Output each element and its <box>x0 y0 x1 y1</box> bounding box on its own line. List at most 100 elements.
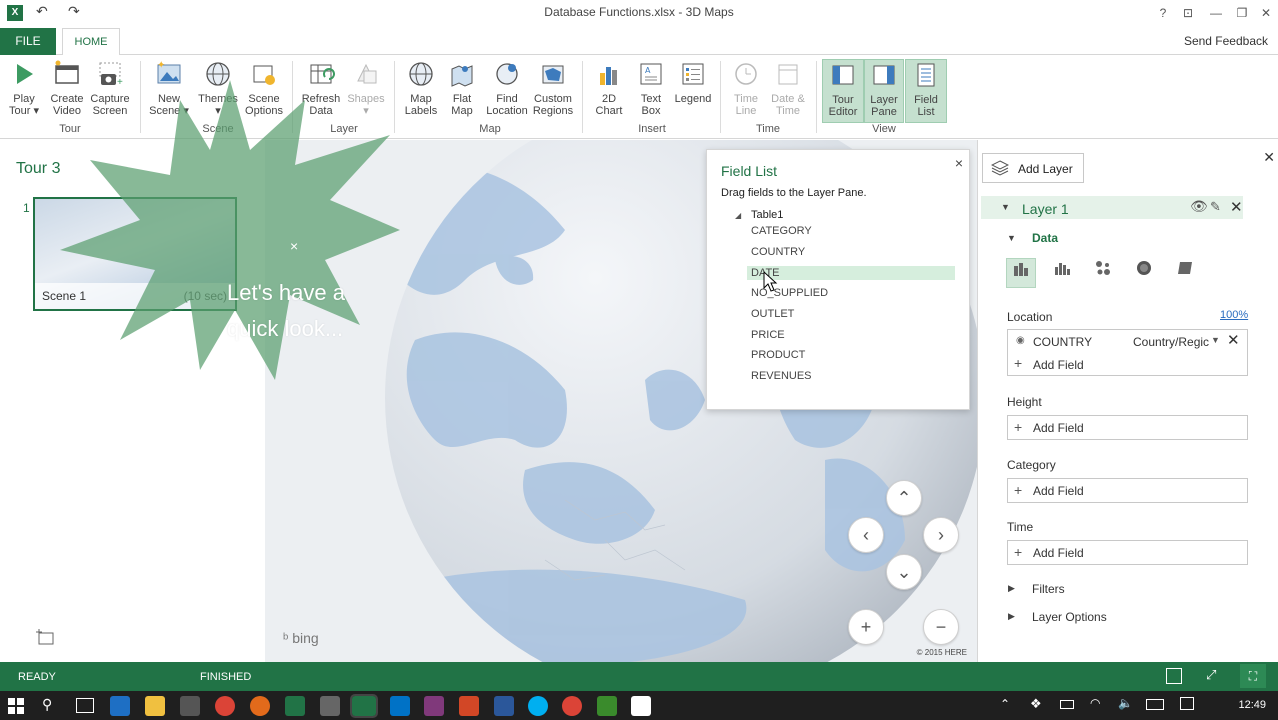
excel-active-icon[interactable] <box>350 694 378 718</box>
layer-header[interactable]: ▼ 👁 ✎ ✕ <box>981 196 1243 219</box>
outlook-icon[interactable] <box>390 696 410 716</box>
edge-icon[interactable] <box>110 696 130 716</box>
new-scene-button[interactable]: ✦ New Scene ▾ <box>148 59 190 123</box>
screenshot-icon[interactable] <box>1166 668 1182 684</box>
field-list-close-icon[interactable]: × <box>955 155 963 171</box>
search-icon[interactable]: ⚲ <box>42 696 52 713</box>
layer-name[interactable]: Layer 1 <box>1022 201 1069 217</box>
text-box-button[interactable]: A Text Box <box>632 59 670 123</box>
maximize-button[interactable]: ❐ <box>1232 4 1252 22</box>
minimize-button[interactable]: — <box>1206 4 1226 22</box>
field-item[interactable]: PRODUCT <box>751 345 805 365</box>
play-tour-button[interactable]: Play Tour ▾ <box>4 59 44 123</box>
restore-ribbon-icon[interactable]: ⊡ <box>1178 4 1198 22</box>
send-feedback-link[interactable]: Send Feedback <box>1184 34 1268 48</box>
calculator-icon[interactable] <box>320 696 340 716</box>
zoom-out-button[interactable]: − <box>923 609 959 645</box>
heat-map-viz-button[interactable] <box>1129 258 1159 288</box>
capture-screen-button[interactable]: + Capture Screen <box>88 59 132 123</box>
chevron-down-icon[interactable]: ▼ <box>1211 335 1220 345</box>
pane-close-icon[interactable]: ✕ <box>1263 149 1275 166</box>
tilt-down-button[interactable]: ⌄ <box>886 554 922 590</box>
add-layer-button[interactable]: Add Layer <box>982 153 1084 183</box>
chrome-icon-2[interactable] <box>562 696 582 716</box>
refresh-data-button[interactable]: Refresh Data <box>298 59 344 123</box>
close-button[interactable]: ✕ <box>1256 4 1276 22</box>
task-view-icon[interactable] <box>76 698 94 713</box>
excel-icon[interactable] <box>285 696 305 716</box>
taskbar-clock[interactable]: 12:49 <box>1238 699 1266 711</box>
wifi-icon[interactable]: ◠ <box>1090 696 1100 710</box>
chrome-icon[interactable] <box>215 696 235 716</box>
category-field-box[interactable]: + Add Field <box>1007 478 1248 503</box>
field-item[interactable]: CATEGORY <box>751 221 812 241</box>
custom-regions-button[interactable]: Custom Regions <box>530 59 576 123</box>
layer-pane-button[interactable]: Layer Pane <box>864 59 904 123</box>
date-time-button[interactable]: Date & Time <box>766 59 810 123</box>
tour-title[interactable]: Tour 3 <box>16 160 60 178</box>
camtasia-icon[interactable] <box>597 696 617 716</box>
remove-field-icon[interactable]: ✕ <box>1227 331 1240 349</box>
store-icon[interactable] <box>180 696 200 716</box>
location-type-dropdown[interactable]: Country/Regic <box>1133 335 1209 349</box>
filters-expand-icon[interactable]: ▶ <box>1008 583 1015 594</box>
radio-icon[interactable]: ◉ <box>1016 335 1025 346</box>
collapse-triangle-icon[interactable]: ▼ <box>1001 202 1010 212</box>
collapse-triangle-icon[interactable]: ◢ <box>735 211 741 220</box>
skype-icon[interactable] <box>528 696 548 716</box>
pencil-icon[interactable]: ✎ <box>1210 199 1221 215</box>
location-percent[interactable]: 100% <box>1220 309 1248 321</box>
rotate-left-button[interactable]: ‹ <box>848 517 884 553</box>
tab-home[interactable]: HOME <box>62 28 120 56</box>
themes-button[interactable]: Themes ▾ <box>196 59 240 123</box>
2d-chart-button[interactable]: 2D Chart <box>590 59 628 123</box>
data-collapse-triangle-icon[interactable]: ▼ <box>1007 233 1016 243</box>
tilt-up-button[interactable]: ⌃ <box>886 480 922 516</box>
legend-button[interactable]: Legend <box>672 59 714 123</box>
shapes-button[interactable]: Shapes ▾ <box>344 59 388 123</box>
field-item[interactable]: PRICE <box>751 325 785 345</box>
camtasia-recorder-icon[interactable] <box>631 696 651 716</box>
time-line-button[interactable]: Time Line <box>726 59 766 123</box>
map-labels-button[interactable]: Map Labels <box>400 59 442 123</box>
time-field-box[interactable]: + Add Field <box>1007 540 1248 565</box>
create-video-button[interactable]: Create Video <box>46 59 88 123</box>
flat-map-button[interactable]: Flat Map <box>444 59 480 123</box>
tour-editor-button[interactable]: Tour Editor <box>822 59 864 123</box>
region-viz-button[interactable] <box>1170 258 1200 288</box>
app-icon[interactable] <box>250 696 270 716</box>
word-icon[interactable] <box>494 696 514 716</box>
table-node[interactable]: Table1 <box>751 209 783 221</box>
find-location-button[interactable]: Find Location <box>484 59 530 123</box>
eye-icon[interactable]: 👁 <box>1190 198 1208 215</box>
stacked-column-viz-button[interactable] <box>1006 258 1036 288</box>
rotate-right-button[interactable]: › <box>923 517 959 553</box>
scene-thumbnail[interactable]: Scene 1 (10 sec) <box>33 197 237 311</box>
layer-options-expander[interactable]: Layer Options <box>1032 610 1107 624</box>
onenote-icon[interactable] <box>424 696 444 716</box>
windows-start-icon[interactable] <box>8 698 24 714</box>
keyboard-icon[interactable] <box>1146 699 1164 710</box>
field-item[interactable]: OUTLET <box>751 304 794 324</box>
zoom-in-button[interactable]: + <box>848 609 884 645</box>
height-field-box[interactable]: + Add Field <box>1007 415 1248 440</box>
layer-options-expand-icon[interactable]: ▶ <box>1008 611 1015 622</box>
help-button[interactable]: ? <box>1153 4 1173 22</box>
battery-icon[interactable] <box>1060 700 1074 709</box>
file-explorer-icon[interactable] <box>145 696 165 716</box>
tab-file[interactable]: FILE <box>0 28 56 55</box>
dropbox-icon[interactable]: ❖ <box>1030 696 1042 712</box>
notifications-icon[interactable] <box>1180 697 1194 710</box>
filters-expander[interactable]: Filters <box>1032 582 1065 596</box>
field-item[interactable]: COUNTRY <box>751 242 805 262</box>
field-list-button[interactable]: Field List <box>905 59 947 123</box>
tray-up-icon[interactable]: ⌃ <box>1000 697 1010 711</box>
powerpoint-icon[interactable] <box>459 696 479 716</box>
add-scene-icon[interactable] <box>35 628 55 646</box>
clustered-column-viz-button[interactable] <box>1047 258 1077 288</box>
scene-options-button[interactable]: Scene Options <box>242 59 286 123</box>
volume-icon[interactable]: 🔈 <box>1118 696 1133 710</box>
location-add-field[interactable]: Add Field <box>1033 358 1084 372</box>
fullscreen-icon[interactable]: ⛶ <box>1240 664 1266 688</box>
expand-icon[interactable]: ⤢ <box>1206 667 1216 683</box>
